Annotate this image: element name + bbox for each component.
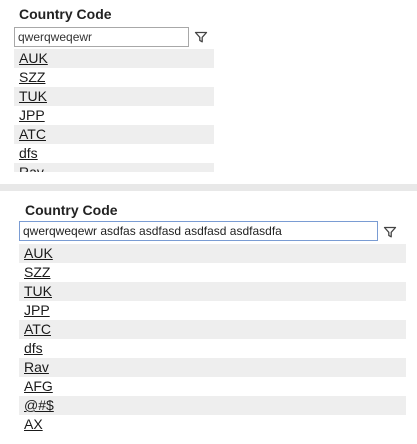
country-code-link[interactable]: @#$	[24, 397, 54, 413]
country-code-link[interactable]: AFG	[24, 378, 53, 394]
list-item[interactable]: ATC	[19, 320, 406, 339]
list-item[interactable]: @#$	[19, 396, 406, 415]
country-code-link[interactable]: SZZ	[19, 69, 45, 85]
list-item[interactable]: JPP	[14, 106, 214, 125]
list-item[interactable]: Rav	[14, 163, 214, 172]
list-item[interactable]: AUK	[14, 49, 214, 68]
list-item[interactable]: dfs	[19, 339, 406, 358]
list-item[interactable]: AUK	[19, 244, 406, 263]
panel-title: Country Code	[19, 6, 112, 22]
country-code-link[interactable]: dfs	[24, 340, 43, 356]
list-item[interactable]: JPP	[19, 301, 406, 320]
filter-icon[interactable]	[383, 225, 397, 239]
panel-title: Country Code	[25, 202, 118, 218]
list-item[interactable]: AX	[19, 415, 406, 434]
list-item[interactable]: AFG	[19, 377, 406, 396]
country-code-link[interactable]: ATC	[19, 126, 46, 142]
filter-icon[interactable]	[194, 30, 208, 44]
country-code-link[interactable]: TUK	[24, 283, 52, 299]
list-item[interactable]: SZZ	[14, 68, 214, 87]
country-code-link[interactable]: JPP	[19, 107, 45, 123]
country-code-link[interactable]: Rav	[24, 359, 49, 375]
country-code-link[interactable]: AUK	[24, 245, 53, 261]
search-input[interactable]	[14, 27, 189, 47]
country-code-link[interactable]: AUK	[19, 50, 48, 66]
country-code-list: AUK SZZ TUK JPP ATC dfs Rav	[14, 49, 214, 172]
country-code-link[interactable]: TUK	[19, 88, 47, 104]
list-item[interactable]: TUK	[19, 282, 406, 301]
country-code-link[interactable]: dfs	[19, 145, 38, 161]
country-code-link[interactable]: ATC	[24, 321, 51, 337]
list-item[interactable]: ATC	[14, 125, 214, 144]
panel-divider	[0, 184, 417, 191]
list-item[interactable]: dfs	[14, 144, 214, 163]
country-code-link[interactable]: Rav	[19, 164, 44, 172]
country-code-filter-panel-bottom: Country Code AUK SZZ TUK JPP ATC dfs Rav AFG @#$…	[0, 191, 417, 444]
country-code-filter-panel-top: Country Code AUK SZZ TUK JPP ATC dfs Rav	[0, 0, 417, 184]
list-item[interactable]: SZZ	[19, 263, 406, 282]
search-input[interactable]	[19, 221, 378, 241]
country-code-link[interactable]: SZZ	[24, 264, 50, 280]
list-item[interactable]: Rav	[19, 358, 406, 377]
country-code-link[interactable]: JPP	[24, 302, 50, 318]
country-code-list: AUK SZZ TUK JPP ATC dfs Rav AFG @#$ AX	[19, 244, 406, 444]
list-item[interactable]: TUK	[14, 87, 214, 106]
country-code-link[interactable]: AX	[24, 416, 43, 432]
